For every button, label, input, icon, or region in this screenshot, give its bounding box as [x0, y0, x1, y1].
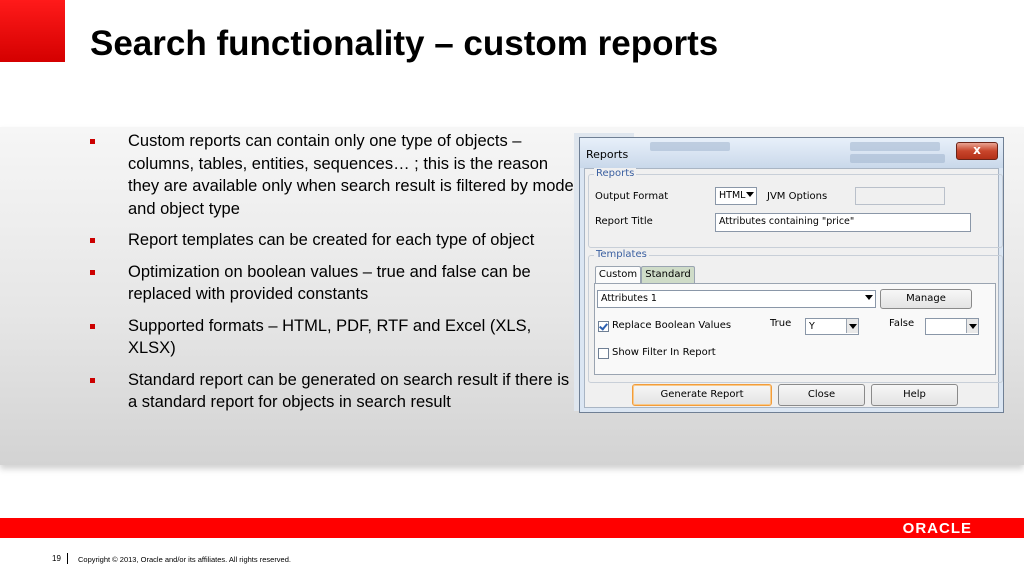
show-filter-label: Show Filter In Report — [612, 347, 716, 358]
bullet-list: Custom reports can contain only one type… — [90, 130, 580, 423]
close-icon: x — [973, 143, 981, 157]
close-button-label: Close — [807, 389, 836, 400]
templates-group-legend: Templates — [594, 249, 649, 260]
bullet-marker — [90, 269, 95, 275]
bullet-marker — [90, 238, 95, 243]
templates-group: Templates Custom Standard Attributes 1 M… — [588, 249, 1003, 383]
output-format-select[interactable]: HTML — [715, 187, 757, 205]
custom-tab-pane: Attributes 1 Manage Replace Boolean Valu… — [594, 283, 996, 375]
bullet-text: Optimization on boolean values – true an… — [128, 262, 531, 304]
chevron-down-icon — [746, 192, 754, 197]
checkmark-icon — [599, 321, 608, 331]
help-button-label: Help — [903, 389, 926, 400]
report-title-label: Report Title — [595, 216, 653, 227]
dialog-titlebar[interactable]: Reports x — [580, 138, 1003, 168]
bullet-item: Report templates can be created for each… — [90, 229, 580, 252]
output-format-value: HTML — [719, 190, 746, 201]
chevron-down-icon — [966, 319, 978, 333]
bullet-item: Custom reports can contain only one type… — [90, 130, 580, 220]
bullet-text: Standard report can be generated on sear… — [128, 370, 570, 412]
background-text-blur — [850, 142, 940, 151]
bullet-marker — [90, 323, 95, 329]
oracle-logo: ORACLE — [902, 520, 972, 537]
jvm-options-label: JVM Options — [767, 191, 828, 202]
report-title-input[interactable]: Attributes containing "price" — [715, 213, 971, 232]
copyright-text: Copyright © 2013, Oracle and/or its affi… — [78, 555, 291, 564]
generate-report-button[interactable]: Generate Report — [632, 384, 772, 406]
bullet-item: Optimization on boolean values – true an… — [90, 261, 580, 306]
tab-custom[interactable]: Custom — [595, 266, 641, 283]
false-value-select[interactable] — [925, 318, 979, 335]
close-button[interactable]: Close — [778, 384, 865, 406]
bullet-item: Standard report can be generated on sear… — [90, 369, 580, 414]
dialog-client-area: Reports Output Format HTML JVM Options R… — [584, 168, 1003, 408]
background-text-blur — [850, 154, 945, 163]
chevron-down-icon — [865, 295, 873, 300]
background-text-blur — [650, 142, 730, 151]
bullet-text: Custom reports can contain only one type… — [128, 132, 578, 218]
true-value-select[interactable]: Y — [805, 318, 859, 335]
reports-dialog: Reports x Reports Output Format HTML JVM… — [579, 137, 1004, 413]
page-number: 19 — [52, 554, 61, 563]
false-label: False — [889, 318, 915, 329]
reports-group: Reports Output Format HTML JVM Options R… — [588, 168, 1003, 248]
slide-title: Search functionality – custom reports — [90, 24, 719, 63]
bullet-text: Report templates can be created for each… — [128, 231, 535, 249]
close-window-button[interactable]: x — [956, 142, 998, 160]
manage-button[interactable]: Manage — [880, 289, 972, 309]
help-button[interactable]: Help — [871, 384, 958, 406]
output-format-label: Output Format — [595, 191, 669, 202]
bullet-marker — [90, 377, 95, 383]
replace-boolean-checkbox[interactable] — [598, 321, 609, 332]
bullet-item: Supported formats – HTML, PDF, RTF and E… — [90, 315, 580, 360]
true-value: Y — [809, 321, 815, 332]
tab-standard[interactable]: Standard — [641, 266, 695, 283]
footer-divider — [67, 553, 68, 564]
bullet-text: Supported formats – HTML, PDF, RTF and E… — [128, 316, 532, 358]
bullet-marker — [90, 139, 95, 144]
dialog-title: Reports — [586, 148, 629, 161]
template-value: Attributes 1 — [601, 293, 657, 304]
manage-button-label: Manage — [906, 293, 946, 304]
reports-group-legend: Reports — [594, 168, 637, 179]
generate-report-label: Generate Report — [660, 389, 744, 400]
show-filter-checkbox[interactable] — [598, 348, 609, 359]
brand-corner-block — [0, 0, 65, 62]
footer-bar — [0, 518, 1024, 538]
chevron-down-icon — [846, 319, 858, 333]
template-select[interactable]: Attributes 1 — [597, 290, 876, 308]
true-label: True — [770, 318, 792, 329]
jvm-options-field — [855, 187, 945, 205]
replace-boolean-label: Replace Boolean Values — [612, 320, 732, 331]
